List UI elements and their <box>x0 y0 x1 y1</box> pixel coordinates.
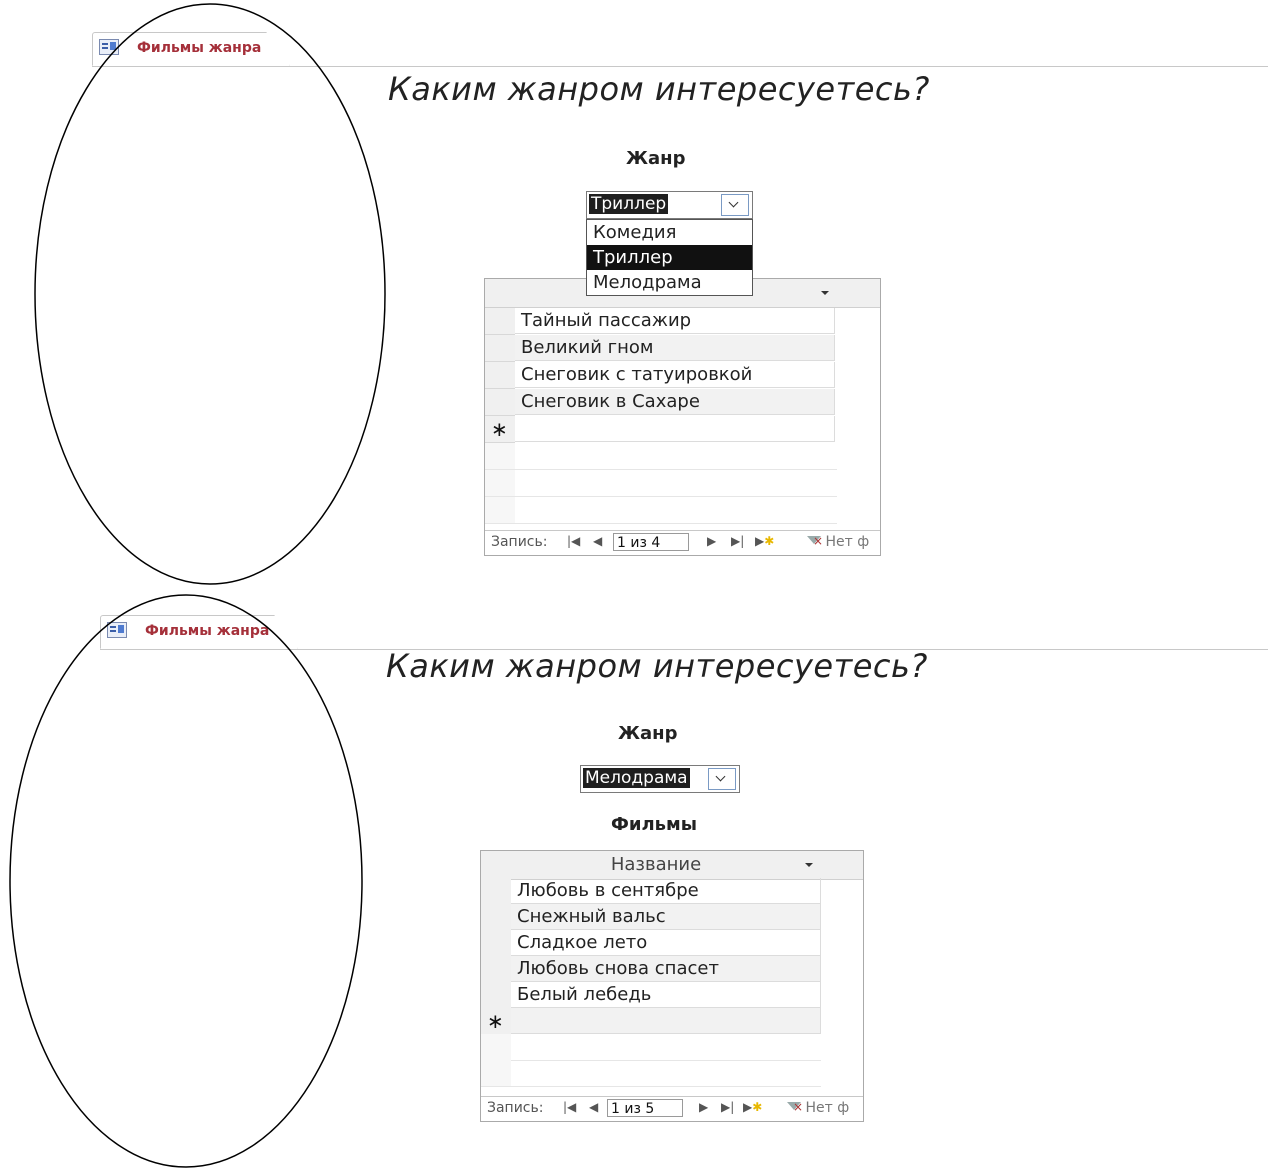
tab-films-by-genre[interactable]: Фильмы жанра <box>100 615 298 649</box>
row-selector[interactable] <box>485 362 515 389</box>
film-title-cell[interactable]: Белый лебедь <box>511 982 821 1008</box>
tab-bar: Фильмы жанра <box>100 615 1268 650</box>
dropdown-arrow-icon[interactable] <box>708 768 736 790</box>
films-label: Фильмы <box>611 814 698 835</box>
empty-row <box>485 470 837 497</box>
dropdown-arrow-icon[interactable] <box>721 194 749 216</box>
films-datasheet: Название Любовь в сентябре Снежный вальс… <box>480 850 864 1122</box>
form-panel-2: Фильмы жанра Каким жанром интересуетесь?… <box>0 590 1268 1168</box>
record-position-field[interactable]: 1 из 5 <box>607 1099 683 1117</box>
filter-icon <box>787 1100 803 1114</box>
dropdown-option[interactable]: Мелодрама <box>587 270 752 295</box>
new-record-cell[interactable] <box>511 1008 821 1034</box>
film-title-cell[interactable]: Великий гном <box>515 335 835 361</box>
column-sort-arrow-icon[interactable] <box>821 291 829 295</box>
page-title: Каким жанром интересуетесь? <box>388 70 930 108</box>
row-selector <box>485 443 515 470</box>
form-icon <box>99 39 119 55</box>
empty-row <box>481 1060 821 1087</box>
row-selector[interactable] <box>481 930 511 957</box>
row-selector <box>481 1034 511 1061</box>
last-record-icon[interactable]: ▶| <box>721 1100 734 1114</box>
empty-row <box>481 1034 821 1061</box>
row-selector[interactable] <box>481 982 511 1009</box>
film-title-cell[interactable]: Сладкое лето <box>511 930 821 956</box>
row-selector[interactable] <box>485 389 515 416</box>
row-selector <box>485 470 515 497</box>
film-title-cell[interactable]: Снеговик с татуировкой <box>515 362 835 388</box>
form-icon <box>107 622 127 638</box>
genre-combobox[interactable]: Мелодрама <box>580 765 740 793</box>
row-selector[interactable]: ∗ <box>485 416 515 443</box>
row-selector <box>485 497 515 524</box>
form-panel-1: Фильмы жанра Каким жанром интересуетесь?… <box>0 0 1268 590</box>
genre-selected-value: Мелодрама <box>583 768 690 788</box>
column-header-row: Название <box>481 851 863 880</box>
prev-record-icon[interactable]: ◀ <box>593 534 602 548</box>
dropdown-option-selected[interactable]: Триллер <box>587 245 752 270</box>
new-record-icon[interactable]: ▶✱ <box>743 1100 762 1114</box>
filter-label: Нет ф <box>825 534 870 550</box>
record-label: Запись: <box>491 534 548 550</box>
last-record-icon[interactable]: ▶| <box>731 534 744 548</box>
next-record-icon[interactable]: ▶ <box>699 1100 708 1114</box>
record-position-field[interactable]: 1 из 4 <box>613 533 689 551</box>
tab-films-by-genre[interactable]: Фильмы жанра <box>92 32 290 66</box>
prev-record-icon[interactable]: ◀ <box>589 1100 598 1114</box>
row-selector[interactable]: ∗ <box>481 1008 511 1035</box>
record-navigator: Запись: |◀ ◀ 1 из 5 ▶ ▶| ▶✱ Нет ф <box>481 1096 863 1121</box>
column-sort-arrow-icon[interactable] <box>805 863 813 867</box>
row-selector <box>481 1060 511 1087</box>
next-record-icon[interactable]: ▶ <box>707 534 716 548</box>
new-record-icon[interactable]: ▶✱ <box>755 534 774 548</box>
filter-label: Нет ф <box>805 1100 850 1116</box>
genre-dropdown-list: Комедия Триллер Мелодрама <box>586 219 753 296</box>
page-title: Каким жанром интересуетесь? <box>386 647 928 685</box>
new-record-icon: ∗ <box>491 417 508 441</box>
film-title-cell[interactable]: Снежный вальс <box>511 904 821 930</box>
filter-icon <box>807 534 823 548</box>
row-selector[interactable] <box>481 904 511 931</box>
row-selector[interactable] <box>485 308 515 335</box>
row-selector[interactable] <box>481 956 511 983</box>
row-selector[interactable] <box>485 335 515 362</box>
tab-label: Фильмы жанра <box>145 623 270 639</box>
genre-combobox[interactable]: Триллер <box>586 191 753 219</box>
filter-status[interactable]: Нет ф <box>807 534 869 550</box>
film-title-cell[interactable]: Любовь снова спасет <box>511 956 821 982</box>
column-header-title[interactable]: Название <box>511 854 801 875</box>
genre-selected-value: Триллер <box>589 194 669 214</box>
row-selector[interactable] <box>481 878 511 905</box>
empty-row <box>485 497 837 524</box>
film-title-cell[interactable]: Тайный пассажир <box>515 308 835 334</box>
empty-row <box>485 443 837 470</box>
filter-status[interactable]: Нет ф <box>787 1100 849 1116</box>
dropdown-option[interactable]: Комедия <box>587 220 752 245</box>
record-navigator: Запись: |◀ ◀ 1 из 4 ▶ ▶| ▶✱ Нет ф <box>485 530 880 555</box>
tab-bar: Фильмы жанра <box>92 32 1268 67</box>
first-record-icon[interactable]: |◀ <box>563 1100 576 1114</box>
film-title-cell[interactable]: Снеговик в Сахаре <box>515 389 835 415</box>
films-datasheet: Тайный пассажир Великий гном Снеговик с … <box>484 278 881 556</box>
tab-label: Фильмы жанра <box>137 40 262 56</box>
record-label: Запись: <box>487 1100 544 1116</box>
genre-label: Жанр <box>626 148 686 169</box>
genre-label: Жанр <box>618 723 678 744</box>
new-record-icon: ∗ <box>487 1009 504 1033</box>
new-record-cell[interactable] <box>515 416 835 442</box>
film-title-cell[interactable]: Любовь в сентябре <box>511 878 821 904</box>
first-record-icon[interactable]: |◀ <box>567 534 580 548</box>
